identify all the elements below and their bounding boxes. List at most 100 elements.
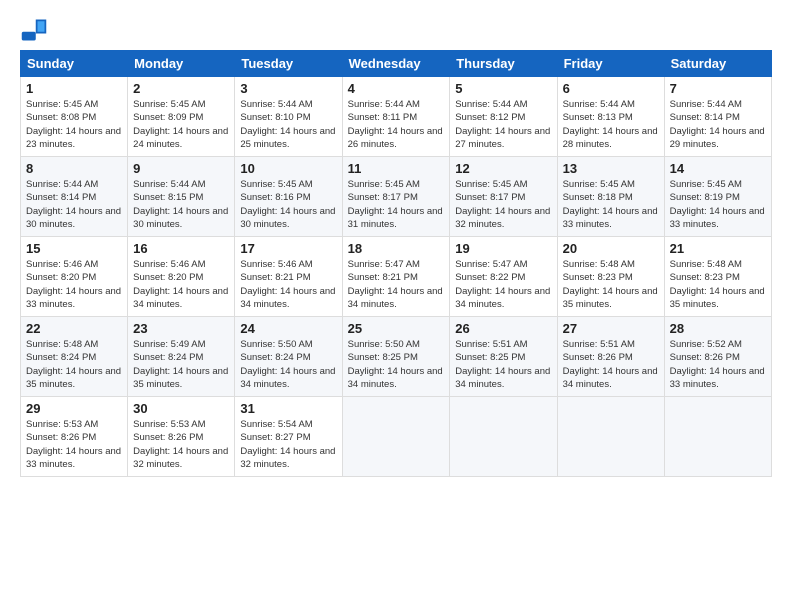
day-number: 6 (563, 81, 659, 96)
day-number: 13 (563, 161, 659, 176)
day-number: 14 (670, 161, 766, 176)
day-info: Sunrise: 5:44 AM Sunset: 8:11 PM Dayligh… (348, 98, 445, 151)
calendar-cell: 9 Sunrise: 5:44 AM Sunset: 8:15 PM Dayli… (128, 157, 235, 237)
day-number: 12 (455, 161, 551, 176)
day-number: 15 (26, 241, 122, 256)
calendar-header-thursday: Thursday (450, 51, 557, 77)
logo-icon (20, 16, 48, 44)
day-number: 23 (133, 321, 229, 336)
calendar-cell: 27 Sunrise: 5:51 AM Sunset: 8:26 PM Dayl… (557, 317, 664, 397)
day-number: 4 (348, 81, 445, 96)
calendar-cell: 16 Sunrise: 5:46 AM Sunset: 8:20 PM Dayl… (128, 237, 235, 317)
calendar-cell: 28 Sunrise: 5:52 AM Sunset: 8:26 PM Dayl… (664, 317, 771, 397)
day-info: Sunrise: 5:45 AM Sunset: 8:16 PM Dayligh… (240, 178, 336, 231)
calendar-cell: 29 Sunrise: 5:53 AM Sunset: 8:26 PM Dayl… (21, 397, 128, 477)
calendar-week-5: 29 Sunrise: 5:53 AM Sunset: 8:26 PM Dayl… (21, 397, 772, 477)
calendar-cell: 18 Sunrise: 5:47 AM Sunset: 8:21 PM Dayl… (342, 237, 450, 317)
calendar-cell: 24 Sunrise: 5:50 AM Sunset: 8:24 PM Dayl… (235, 317, 342, 397)
day-info: Sunrise: 5:47 AM Sunset: 8:21 PM Dayligh… (348, 258, 445, 311)
day-info: Sunrise: 5:45 AM Sunset: 8:08 PM Dayligh… (26, 98, 122, 151)
day-info: Sunrise: 5:48 AM Sunset: 8:23 PM Dayligh… (670, 258, 766, 311)
page: SundayMondayTuesdayWednesdayThursdayFrid… (0, 0, 792, 487)
calendar-cell: 6 Sunrise: 5:44 AM Sunset: 8:13 PM Dayli… (557, 77, 664, 157)
calendar-cell: 23 Sunrise: 5:49 AM Sunset: 8:24 PM Dayl… (128, 317, 235, 397)
day-info: Sunrise: 5:44 AM Sunset: 8:14 PM Dayligh… (26, 178, 122, 231)
calendar-cell: 14 Sunrise: 5:45 AM Sunset: 8:19 PM Dayl… (664, 157, 771, 237)
calendar-week-1: 1 Sunrise: 5:45 AM Sunset: 8:08 PM Dayli… (21, 77, 772, 157)
day-info: Sunrise: 5:45 AM Sunset: 8:17 PM Dayligh… (348, 178, 445, 231)
calendar-cell: 12 Sunrise: 5:45 AM Sunset: 8:17 PM Dayl… (450, 157, 557, 237)
day-number: 22 (26, 321, 122, 336)
day-info: Sunrise: 5:45 AM Sunset: 8:17 PM Dayligh… (455, 178, 551, 231)
day-info: Sunrise: 5:44 AM Sunset: 8:15 PM Dayligh… (133, 178, 229, 231)
calendar-cell (450, 397, 557, 477)
calendar-cell: 1 Sunrise: 5:45 AM Sunset: 8:08 PM Dayli… (21, 77, 128, 157)
day-info: Sunrise: 5:44 AM Sunset: 8:12 PM Dayligh… (455, 98, 551, 151)
day-info: Sunrise: 5:44 AM Sunset: 8:10 PM Dayligh… (240, 98, 336, 151)
day-number: 8 (26, 161, 122, 176)
day-info: Sunrise: 5:52 AM Sunset: 8:26 PM Dayligh… (670, 338, 766, 391)
calendar-cell (664, 397, 771, 477)
calendar-cell: 30 Sunrise: 5:53 AM Sunset: 8:26 PM Dayl… (128, 397, 235, 477)
calendar-week-2: 8 Sunrise: 5:44 AM Sunset: 8:14 PM Dayli… (21, 157, 772, 237)
calendar-cell: 22 Sunrise: 5:48 AM Sunset: 8:24 PM Dayl… (21, 317, 128, 397)
calendar-cell: 26 Sunrise: 5:51 AM Sunset: 8:25 PM Dayl… (450, 317, 557, 397)
day-number: 31 (240, 401, 336, 416)
calendar-cell: 17 Sunrise: 5:46 AM Sunset: 8:21 PM Dayl… (235, 237, 342, 317)
calendar-cell: 10 Sunrise: 5:45 AM Sunset: 8:16 PM Dayl… (235, 157, 342, 237)
calendar-body: 1 Sunrise: 5:45 AM Sunset: 8:08 PM Dayli… (21, 77, 772, 477)
day-info: Sunrise: 5:51 AM Sunset: 8:26 PM Dayligh… (563, 338, 659, 391)
day-info: Sunrise: 5:47 AM Sunset: 8:22 PM Dayligh… (455, 258, 551, 311)
day-number: 10 (240, 161, 336, 176)
day-info: Sunrise: 5:44 AM Sunset: 8:13 PM Dayligh… (563, 98, 659, 151)
day-number: 29 (26, 401, 122, 416)
day-info: Sunrise: 5:54 AM Sunset: 8:27 PM Dayligh… (240, 418, 336, 471)
day-info: Sunrise: 5:46 AM Sunset: 8:21 PM Dayligh… (240, 258, 336, 311)
day-number: 7 (670, 81, 766, 96)
calendar-cell: 5 Sunrise: 5:44 AM Sunset: 8:12 PM Dayli… (450, 77, 557, 157)
calendar-cell: 31 Sunrise: 5:54 AM Sunset: 8:27 PM Dayl… (235, 397, 342, 477)
calendar-cell: 7 Sunrise: 5:44 AM Sunset: 8:14 PM Dayli… (664, 77, 771, 157)
calendar-week-3: 15 Sunrise: 5:46 AM Sunset: 8:20 PM Dayl… (21, 237, 772, 317)
calendar-cell: 21 Sunrise: 5:48 AM Sunset: 8:23 PM Dayl… (664, 237, 771, 317)
day-info: Sunrise: 5:53 AM Sunset: 8:26 PM Dayligh… (26, 418, 122, 471)
day-number: 30 (133, 401, 229, 416)
day-number: 17 (240, 241, 336, 256)
day-info: Sunrise: 5:45 AM Sunset: 8:18 PM Dayligh… (563, 178, 659, 231)
day-number: 27 (563, 321, 659, 336)
day-number: 9 (133, 161, 229, 176)
day-info: Sunrise: 5:44 AM Sunset: 8:14 PM Dayligh… (670, 98, 766, 151)
logo (20, 16, 52, 44)
calendar-cell: 11 Sunrise: 5:45 AM Sunset: 8:17 PM Dayl… (342, 157, 450, 237)
day-number: 11 (348, 161, 445, 176)
calendar-cell: 20 Sunrise: 5:48 AM Sunset: 8:23 PM Dayl… (557, 237, 664, 317)
calendar-header-friday: Friday (557, 51, 664, 77)
calendar-header-monday: Monday (128, 51, 235, 77)
day-number: 26 (455, 321, 551, 336)
day-number: 18 (348, 241, 445, 256)
calendar-cell: 19 Sunrise: 5:47 AM Sunset: 8:22 PM Dayl… (450, 237, 557, 317)
day-info: Sunrise: 5:45 AM Sunset: 8:19 PM Dayligh… (670, 178, 766, 231)
day-number: 20 (563, 241, 659, 256)
day-number: 28 (670, 321, 766, 336)
calendar: SundayMondayTuesdayWednesdayThursdayFrid… (20, 50, 772, 477)
calendar-header-row: SundayMondayTuesdayWednesdayThursdayFrid… (21, 51, 772, 77)
day-info: Sunrise: 5:49 AM Sunset: 8:24 PM Dayligh… (133, 338, 229, 391)
day-number: 16 (133, 241, 229, 256)
calendar-cell: 15 Sunrise: 5:46 AM Sunset: 8:20 PM Dayl… (21, 237, 128, 317)
day-number: 3 (240, 81, 336, 96)
day-number: 5 (455, 81, 551, 96)
day-number: 1 (26, 81, 122, 96)
day-info: Sunrise: 5:51 AM Sunset: 8:25 PM Dayligh… (455, 338, 551, 391)
calendar-week-4: 22 Sunrise: 5:48 AM Sunset: 8:24 PM Dayl… (21, 317, 772, 397)
day-info: Sunrise: 5:46 AM Sunset: 8:20 PM Dayligh… (133, 258, 229, 311)
calendar-cell (557, 397, 664, 477)
day-info: Sunrise: 5:48 AM Sunset: 8:24 PM Dayligh… (26, 338, 122, 391)
day-number: 25 (348, 321, 445, 336)
calendar-header-tuesday: Tuesday (235, 51, 342, 77)
day-number: 24 (240, 321, 336, 336)
day-number: 2 (133, 81, 229, 96)
calendar-header-wednesday: Wednesday (342, 51, 450, 77)
calendar-header-saturday: Saturday (664, 51, 771, 77)
day-number: 21 (670, 241, 766, 256)
